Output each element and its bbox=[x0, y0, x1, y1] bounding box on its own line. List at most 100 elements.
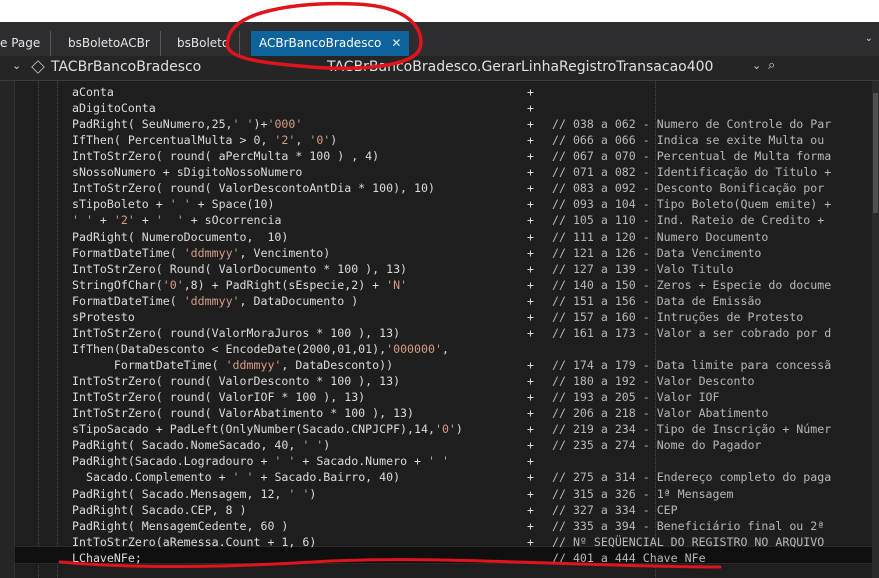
indent-guide bbox=[57, 81, 58, 578]
code-comment: // Nº SEQÜENCIAL DO REGISTRO NO ARQUIVO bbox=[552, 534, 825, 549]
code-text: sProtesto bbox=[72, 309, 135, 324]
concat-operator: + bbox=[527, 406, 534, 421]
concat-operator: + bbox=[527, 229, 534, 244]
code-text: aDigitoConta bbox=[72, 101, 156, 116]
code-line: aDigitoConta + bbox=[72, 100, 872, 116]
concat-operator: + bbox=[527, 213, 534, 228]
code-comment: // 193 a 205 - Valor IOF bbox=[552, 390, 720, 405]
code-line: PadRight(Sacado.Logradouro + ' ' + Sacad… bbox=[72, 453, 872, 469]
code-line: sNossoNumero + sDigitoNossoNumero + // 071… bbox=[72, 164, 872, 180]
concat-operator: + bbox=[527, 277, 534, 292]
code-text: PadRight( NumeroDocumento, 10) bbox=[72, 229, 289, 244]
code-text: sTipoBoleto + ' ' + Space(10) bbox=[72, 197, 275, 212]
concat-operator: + bbox=[527, 165, 534, 180]
concat-operator: + bbox=[527, 470, 534, 485]
code-comment: // 335 a 394 - Beneficiário final ou 2ª bbox=[552, 518, 825, 533]
navigation-bar: ⌄ TACBrBancoBradesco ⌄ TACBrBancoBradesc… bbox=[0, 56, 879, 81]
code-text: PadRight(Sacado.Logradouro + ' ' + Sacad… bbox=[72, 454, 449, 469]
concat-operator: + bbox=[527, 534, 534, 549]
tab-bsboleto[interactable]: bsBoleto bbox=[177, 31, 241, 56]
code-line: FormatDateTime( 'ddmmyy', DataDesconto))… bbox=[72, 357, 872, 373]
concat-operator: + bbox=[527, 101, 534, 116]
code-line: IntToStrZero( round( aPercMulta * 100 ) … bbox=[72, 148, 872, 164]
code-text: LChaveNFe; bbox=[72, 550, 142, 565]
code-line: IntToStrZero( round( ValorDescontoAntDia… bbox=[72, 180, 872, 196]
code-line: IntToStrZero( round(ValorMoraJuros * 100… bbox=[72, 325, 872, 341]
code-comment: // 071 a 082 - Identificação do Titulo + bbox=[552, 165, 832, 180]
tab-start-page[interactable]: e Page bbox=[0, 31, 52, 56]
code-text: PadRight( Sacado.NomeSacado, 40, ' ') bbox=[72, 438, 331, 453]
method-dropdown[interactable]: TACBrBancoBradesco.GerarLinhaRegistroTra… bbox=[327, 59, 713, 75]
editor-gutter bbox=[0, 81, 15, 578]
code-line: IfThen( PercentualMulta > 0, '2', '0') + /… bbox=[72, 132, 872, 148]
code-comment: // 121 a 126 - Data Vencimento bbox=[552, 245, 762, 260]
code-line: sTipoBoleto + ' ' + Space(10) + // 093 a 1… bbox=[72, 196, 872, 212]
search-icon[interactable]: ⌕ bbox=[768, 58, 775, 73]
code-comment: // 105 a 110 - Ind. Rateio de Credito + bbox=[552, 213, 825, 228]
code-comment: // 235 a 274 - Nome do Pagador bbox=[552, 438, 762, 453]
code-line: FormatDateTime( 'ddmmyy', Vencimento) + //… bbox=[72, 245, 872, 261]
tab-label: bsBoletoACBr bbox=[68, 36, 150, 50]
chevron-down-icon[interactable]: ⌄ bbox=[12, 59, 21, 72]
code-line: IntToStrZero(aRemessa.Count + 1, 6) + // N… bbox=[72, 534, 872, 550]
code-line: PadRight( SeuNumero,25,' ')+'000' + // 038… bbox=[72, 116, 872, 132]
code-text: FormatDateTime( 'ddmmyy', Vencimento) bbox=[72, 245, 331, 260]
code-text: ' ' + '2' + ' ' + sOcorrencia bbox=[72, 213, 282, 228]
concat-operator: + bbox=[527, 149, 534, 164]
code-line: PadRight( Sacado.CEP, 8 ) + // 327 a 334 -… bbox=[72, 502, 872, 518]
code-comment: // 180 a 192 - Valor Desconto bbox=[552, 374, 755, 389]
code-line: PadRight( Sacado.Mensagem, 12, ' ') + // 3… bbox=[72, 486, 872, 502]
concat-operator: + bbox=[527, 261, 534, 276]
code-comment: // 161 a 173 - Valor a ser cobrado por d bbox=[552, 325, 832, 340]
scrollbar-thumb[interactable] bbox=[873, 93, 878, 213]
tab-bsboletoacbr[interactable]: bsBoletoACBr bbox=[68, 31, 161, 56]
chevron-down-icon[interactable]: ⌄ bbox=[310, 59, 319, 72]
concat-operator: + bbox=[527, 117, 534, 132]
code-comment: // 401 a 444 Chave NFe bbox=[552, 550, 706, 565]
class-name: TACBrBancoBradesco bbox=[51, 59, 202, 75]
concat-operator: + bbox=[527, 390, 534, 405]
tab-label: ACBrBancoBradesco bbox=[259, 36, 382, 50]
code-text: IntToStrZero( round( ValorAbatimento * 1… bbox=[72, 406, 415, 421]
code-comment: // 219 a 234 - Tipo de Inscrição + Númer bbox=[552, 422, 832, 437]
tab-overflow-icon[interactable]: ⌄ bbox=[865, 33, 873, 44]
concat-operator: + bbox=[527, 309, 534, 324]
close-icon[interactable]: ✕ bbox=[391, 36, 401, 50]
window-top-strip bbox=[0, 0, 879, 22]
code-comment: // 151 a 156 - Data de Emissão bbox=[552, 293, 762, 308]
code-text: IntToStrZero( Round( ValorDocumento * 10… bbox=[72, 261, 408, 276]
code-text: FormatDateTime( 'ddmmyy', DataDocumento … bbox=[72, 293, 359, 308]
code-text: sNossoNumero + sDigitoNossoNumero bbox=[72, 165, 303, 180]
concat-operator: + bbox=[527, 293, 534, 308]
class-dropdown[interactable]: TACBrBancoBradesco bbox=[31, 59, 202, 75]
code-editor[interactable]: aConta + aDigitoConta + PadRight( SeuNumero,… bbox=[0, 81, 879, 578]
code-line: PadRight( NumeroDocumento, 10) + // 111 a … bbox=[72, 229, 872, 245]
code-line: PadRight( Sacado.NomeSacado, 40, ' ') + //… bbox=[72, 437, 872, 453]
vertical-scrollbar[interactable] bbox=[872, 81, 879, 578]
code-text: IfThen( PercentualMulta > 0, '2', '0') bbox=[72, 133, 338, 148]
code-line: FormatDateTime( 'ddmmyy', DataDocumento … bbox=[72, 293, 872, 309]
code-comment: // 157 a 160 - Intruções de Protesto bbox=[552, 309, 804, 324]
code-line: StringOfChar('0',8) + PadRight(sEspecie,… bbox=[72, 277, 872, 293]
code-comment: // 206 a 218 - Valor Abatimento bbox=[552, 406, 769, 421]
code-comment: // 038 a 062 - Numero de Controle do Par bbox=[552, 117, 832, 132]
code-line: aConta + bbox=[72, 84, 872, 100]
class-icon bbox=[31, 60, 45, 74]
tab-label: bsBoleto bbox=[177, 36, 230, 50]
code-text: IntToStrZero(aRemessa.Count + 1, 6) bbox=[72, 534, 317, 549]
code-comment: // 315 a 326 - 1ª Mensagem bbox=[552, 486, 734, 501]
code-line: LChaveNFe; // 401 a 444 Chave NFe bbox=[72, 550, 872, 566]
code-text: PadRight( Sacado.CEP, 8 ) bbox=[72, 502, 247, 517]
code-line: IfThen(DataDesconto < EncodeDate(2000,01… bbox=[72, 341, 872, 357]
concat-operator: + bbox=[527, 518, 534, 533]
code-comment: // 127 a 139 - Valo Titulo bbox=[552, 261, 734, 276]
concat-operator: + bbox=[527, 133, 534, 148]
concat-operator: + bbox=[527, 422, 534, 437]
chevron-down-icon[interactable]: ⌄ bbox=[752, 59, 761, 72]
tab-acbrbancobradesco[interactable]: ACBrBancoBradesco ✕ bbox=[251, 31, 410, 56]
concat-operator: + bbox=[527, 325, 534, 340]
code-line: sTipoSacado + PadLeft(OnlyNumber(Sacado.… bbox=[72, 421, 872, 437]
code-comment: // 275 a 314 - Endereço completo do paga bbox=[552, 470, 832, 485]
code-line: IntToStrZero( round( ValorAbatimento * 1… bbox=[72, 405, 872, 421]
method-name: TACBrBancoBradesco.GerarLinhaRegistroTra… bbox=[327, 59, 714, 75]
